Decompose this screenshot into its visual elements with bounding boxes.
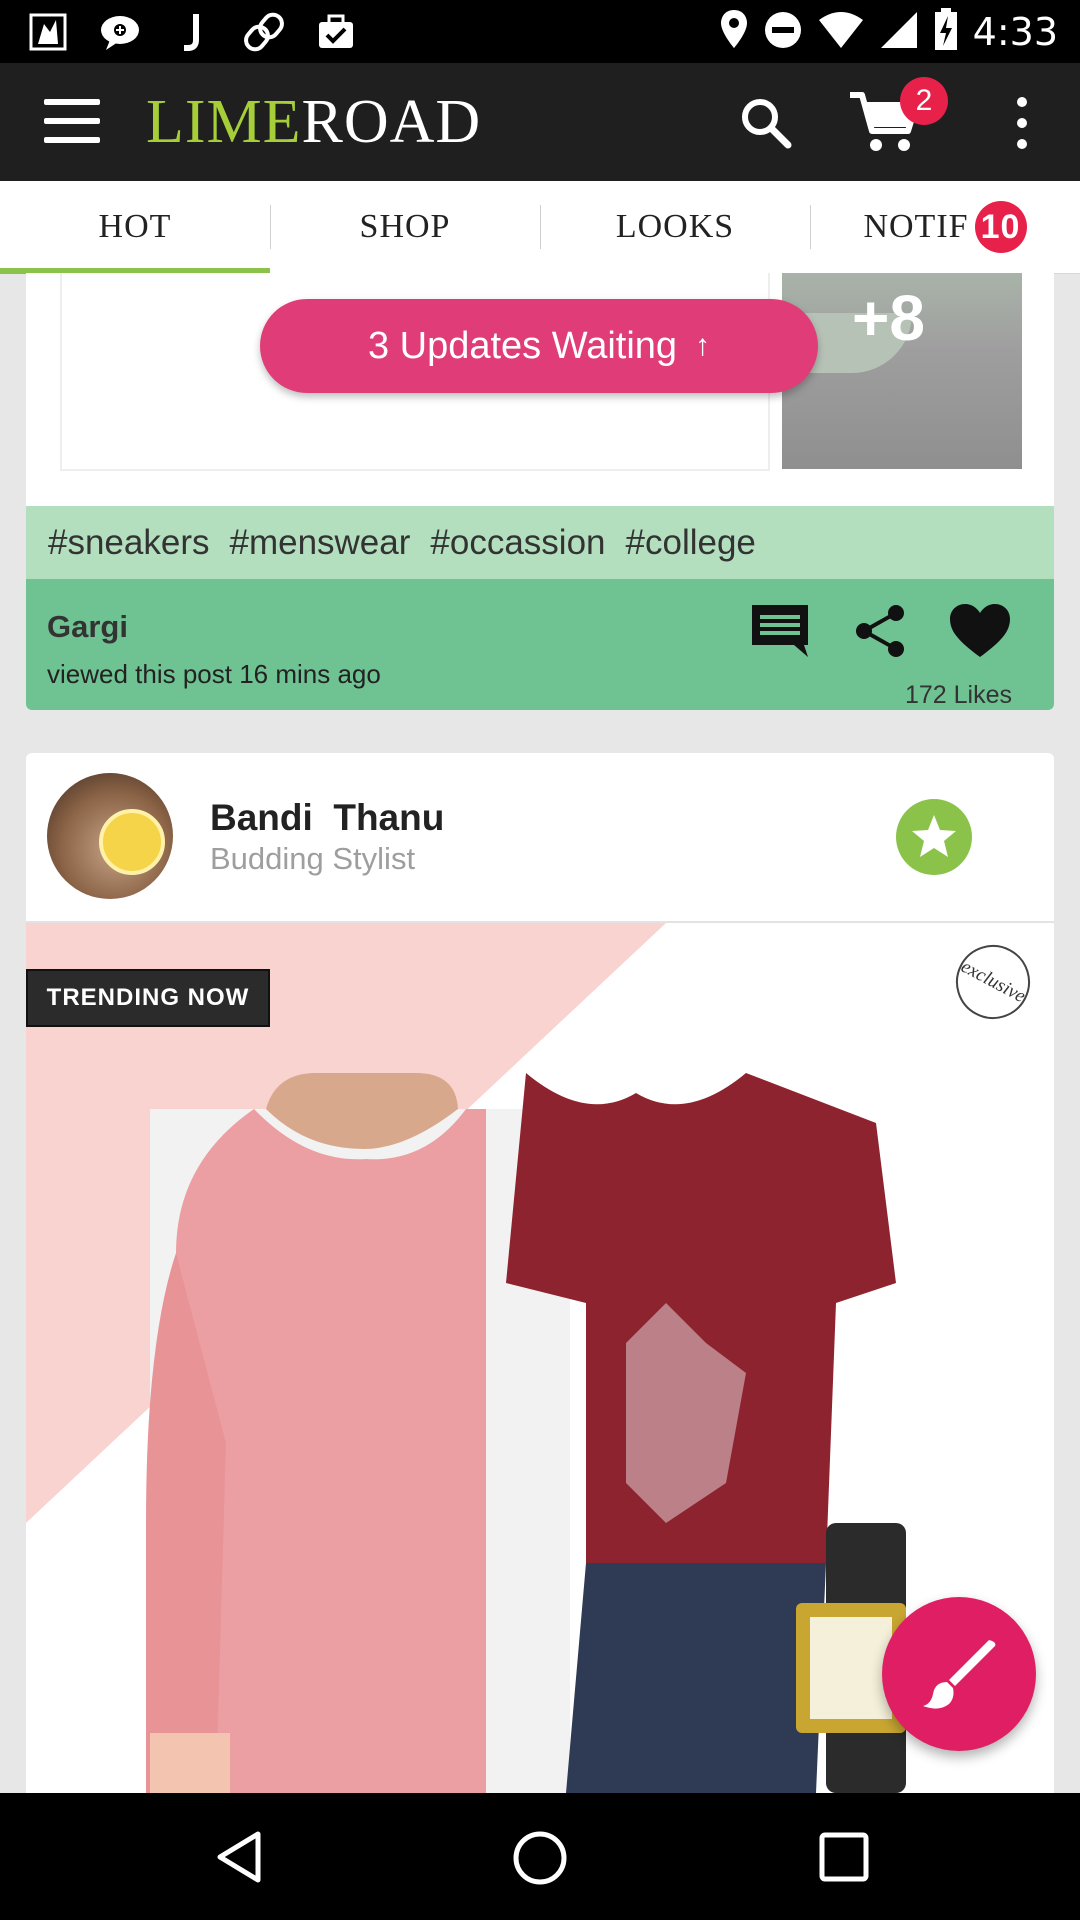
likes-count[interactable]: 172 Likes (905, 681, 1012, 710)
hashtag-list: #sneakers #menswear #occassion #college (26, 506, 1054, 579)
tab-shop[interactable]: SHOP (270, 181, 540, 273)
menu-button[interactable] (44, 99, 100, 143)
do-not-disturb-icon (763, 10, 803, 55)
brush-icon (923, 1640, 996, 1709)
status-bar: 4:33 (0, 0, 1080, 63)
post-image-more[interactable]: +8 (782, 273, 1022, 469)
stylist-badge[interactable] (896, 799, 972, 875)
system-nav-bar (0, 1793, 1080, 1920)
search-button[interactable] (736, 93, 796, 153)
hashtag[interactable]: #sneakers (48, 523, 209, 563)
j-app-icon (170, 10, 214, 54)
app-bar: LIMEROAD 2 (0, 63, 1080, 181)
home-circle-icon (513, 1831, 567, 1885)
screenshot-icon (26, 10, 70, 54)
share-icon (856, 605, 904, 657)
viewer-activity: viewed this post 16 mins ago (47, 659, 381, 689)
tab-label: SHOP (359, 208, 451, 245)
author-role: Budding Stylist (210, 841, 416, 876)
post-author-header: Bandi Thanu Budding Stylist (26, 753, 1054, 923)
chat-icon (98, 10, 142, 54)
post-activity-bar: Gargi viewed this post 16 mins ago 172 L… (26, 579, 1054, 710)
avatar-image (99, 809, 165, 875)
wifi-icon (817, 10, 865, 55)
signal-icon (879, 10, 919, 55)
star-icon (912, 815, 956, 857)
comment-button[interactable] (748, 601, 812, 661)
more-options-button[interactable] (1010, 97, 1034, 149)
recents-square-icon (819, 1832, 869, 1882)
updates-waiting-button[interactable]: 3 Updates Waiting ↑ (260, 299, 818, 393)
tab-notif[interactable]: NOTIF 10 (810, 181, 1080, 273)
avatar[interactable] (47, 773, 173, 899)
status-time: 4:33 (972, 10, 1058, 54)
tab-looks[interactable]: LOOKS (540, 181, 810, 273)
briefcase-check-icon (314, 10, 358, 54)
trending-badge: TRENDING NOW (26, 969, 270, 1027)
logo-lime: LIME (146, 88, 302, 156)
updates-label: 3 Updates Waiting (367, 324, 678, 367)
share-button[interactable] (852, 601, 908, 661)
tab-label: HOT (98, 208, 172, 245)
location-icon (719, 8, 749, 57)
create-look-fab[interactable] (882, 1597, 1036, 1751)
search-icon (742, 99, 792, 149)
back-triangle-icon (217, 1831, 261, 1883)
cart-count-badge: 2 (900, 77, 948, 125)
nav-home-button[interactable] (510, 1828, 570, 1888)
battery-charging-icon (933, 7, 959, 57)
link-icon (242, 10, 286, 54)
tab-label: NOTIF (863, 208, 969, 245)
nav-back-button[interactable] (210, 1828, 268, 1886)
notif-count-badge: 10 (974, 201, 1027, 253)
limeroad-logo[interactable]: LIMEROAD (146, 87, 481, 158)
main-tabs: HOT SHOP LOOKS NOTIF 10 (0, 181, 1080, 274)
heart-icon (950, 604, 1010, 657)
tab-hot[interactable]: HOT (0, 181, 270, 274)
logo-road: ROAD (301, 88, 482, 156)
hashtag[interactable]: #menswear (229, 523, 410, 563)
hashtag[interactable]: #occassion (430, 523, 605, 563)
viewer-name[interactable]: Gargi (47, 609, 128, 645)
more-images-count: +8 (852, 282, 925, 354)
comment-icon (752, 605, 808, 657)
arrow-up-icon: ↑ (695, 329, 711, 362)
nav-recents-button[interactable] (816, 1829, 872, 1885)
like-button[interactable] (948, 601, 1012, 661)
author-name[interactable]: Bandi Thanu (210, 797, 444, 839)
tab-label: LOOKS (615, 208, 735, 245)
hashtag[interactable]: #college (626, 523, 756, 563)
